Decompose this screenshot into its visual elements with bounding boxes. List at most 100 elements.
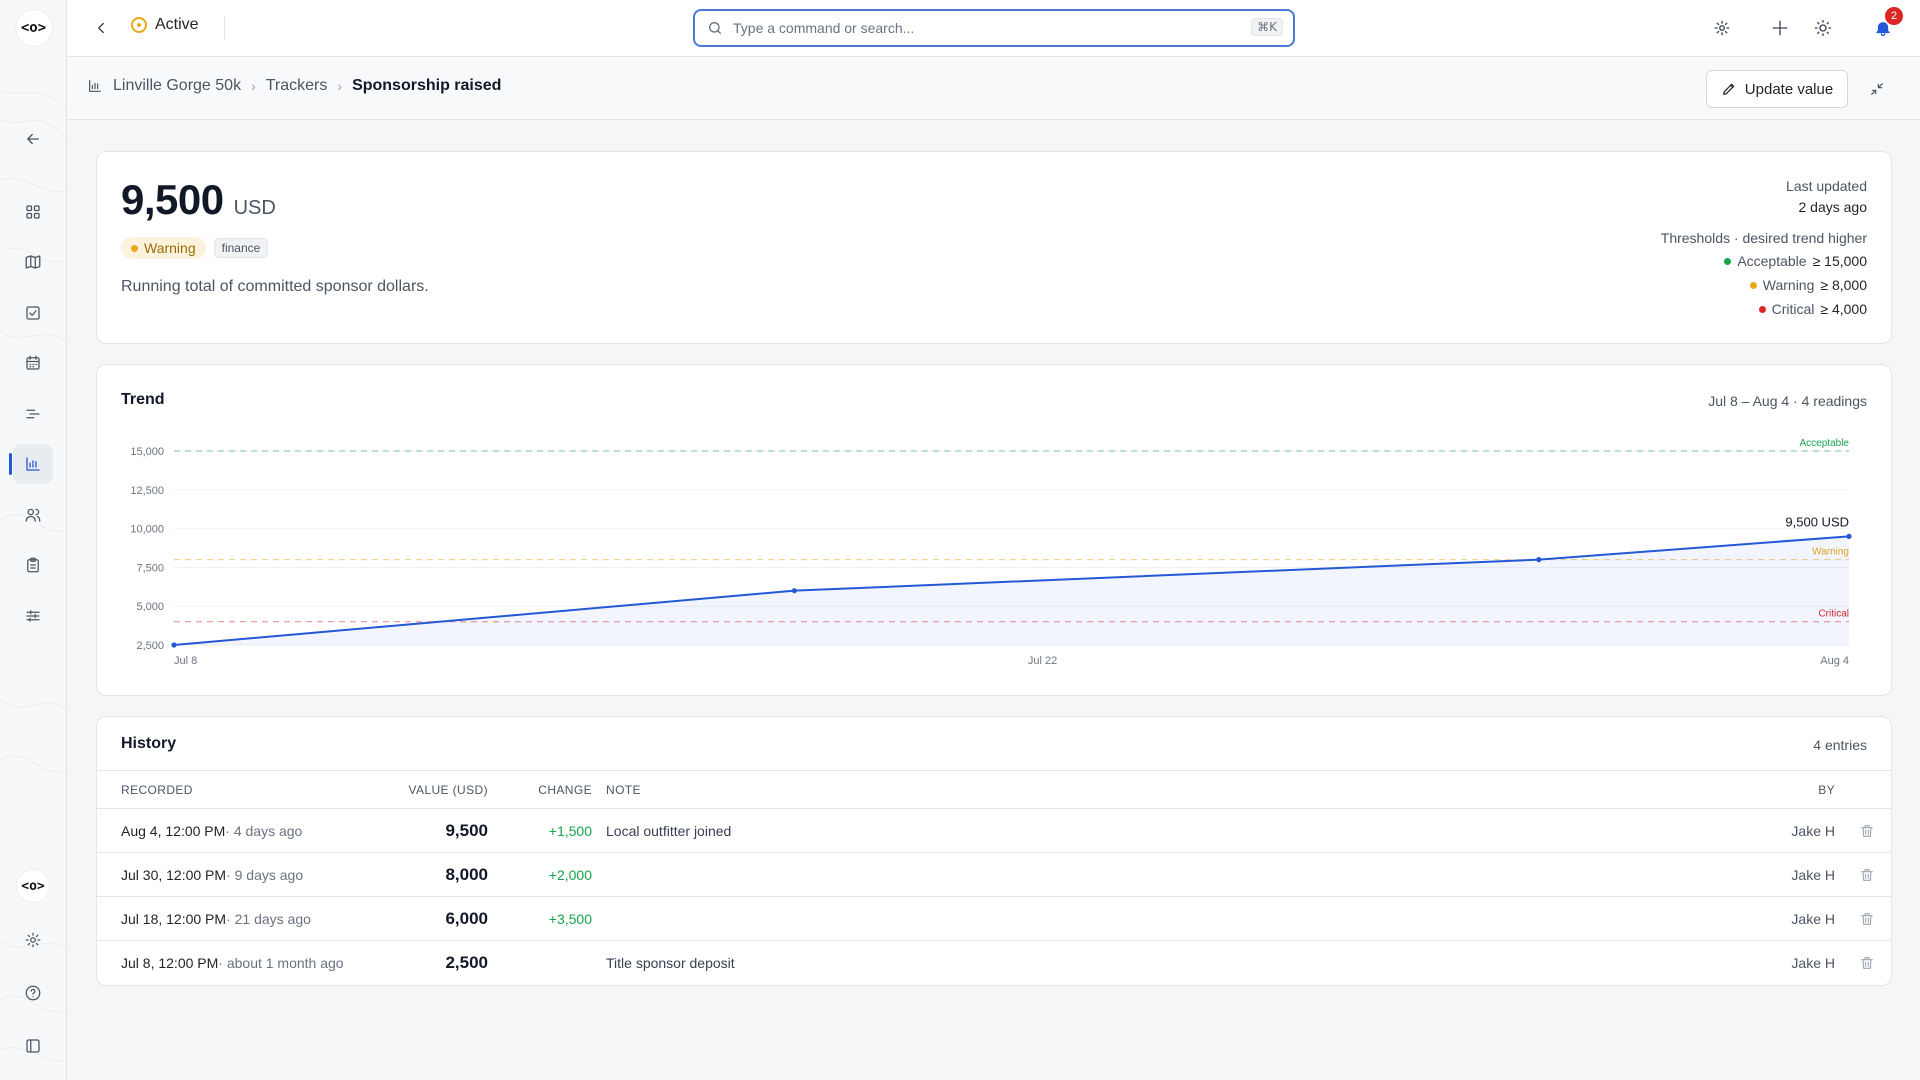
settings-button[interactable] [1708, 14, 1736, 42]
note-cell: Title sponsor deposit [606, 955, 735, 971]
value-number: 9,500 [121, 176, 224, 223]
data-point [791, 588, 797, 594]
sidebar-back-button[interactable] [13, 119, 53, 159]
sidebar-item-settings-sliders[interactable] [13, 596, 53, 636]
search-input[interactable] [733, 20, 1213, 36]
sidebar-item-tasks[interactable] [13, 293, 53, 333]
minimize-icon [1871, 83, 1883, 95]
crosshair-icon [1772, 20, 1788, 36]
update-value-button[interactable]: Update value [1706, 70, 1848, 108]
trend-chart: 2,500 5,000 7,500 10,000 12,500 15,000 Accepta… [130, 438, 1852, 667]
search-icon [709, 22, 721, 34]
sidebar-item-checklists[interactable] [13, 545, 53, 585]
recorded-date: Jul 8, 12:00 PM [121, 955, 219, 971]
back-button[interactable] [87, 14, 115, 42]
delete-entry-button[interactable] [1837, 809, 1891, 852]
pencil-icon [1722, 83, 1735, 95]
recorded-date: Jul 30, 12:00 PM [121, 866, 227, 883]
timeline-icon [26, 409, 40, 419]
note-cell: Local outfitter joined [606, 822, 732, 839]
recorded-date: Jul 18, 12:00 PM [121, 910, 227, 927]
value-cell: 2,500 [445, 953, 488, 972]
breadcrumb-trackers[interactable]: Trackers [266, 77, 328, 95]
value-unit: USD [233, 197, 276, 219]
threshold-value: ≥ 15,000 [1812, 252, 1867, 269]
sidebar-item-map[interactable] [13, 242, 53, 282]
delete-entry-button[interactable] [1837, 941, 1891, 985]
logo-mark: <o> [15, 10, 52, 46]
bar-chart-icon [89, 80, 101, 92]
threshold-acceptable: Acceptable ≥ 15,000 [1661, 249, 1867, 273]
history-title: History [121, 735, 177, 752]
change-cell: +2,000 [548, 866, 592, 883]
divider [224, 16, 225, 40]
table-row[interactable]: Jul 18, 12:00 PM · 21 days ago 6,000 +3,… [97, 897, 1891, 941]
table-row[interactable]: Aug 4, 12:00 PM · 4 days ago 9,500 +1,50… [97, 809, 1891, 853]
trash-icon [1861, 868, 1873, 881]
sidebar-help-button[interactable] [13, 973, 53, 1013]
checkbox-icon [26, 306, 40, 320]
trash-icon [1861, 957, 1873, 969]
clipboard-icon [27, 557, 39, 573]
history-table: RECORDED VALUE (USD) CHANGE NOTE BY Aug … [97, 771, 1891, 985]
value-cell: 8,000 [445, 864, 488, 884]
column-header-value: VALUE (USD) [408, 782, 488, 797]
grid-icon [26, 205, 40, 219]
history-count: 4 entries [1813, 737, 1867, 753]
table-row[interactable]: Jul 8, 12:00 PM · about 1 month ago 2,50… [97, 941, 1891, 985]
sidebar-item-dashboard[interactable] [13, 192, 53, 232]
theme-toggle-button[interactable] [1809, 14, 1837, 42]
recorded-cell: Jul 30, 12:00 PM · 9 days ago [121, 853, 303, 896]
trend-range: Jul 8 – Aug 4 · 4 readings [1708, 393, 1867, 409]
recorded-cell: Aug 4, 12:00 PM · 4 days ago [121, 809, 302, 852]
notification-badge: 2 [1885, 7, 1903, 25]
table-row[interactable]: Jul 30, 12:00 PM · 9 days ago 8,000 +2,0… [97, 853, 1891, 897]
delete-entry-button[interactable] [1837, 853, 1891, 896]
sidebar-toggle-button[interactable] [13, 1026, 53, 1066]
tracker-meta: Last updated 2 days ago Thresholds · des… [1661, 176, 1867, 321]
delete-entry-button[interactable] [1837, 897, 1891, 940]
trend-title: Trend [121, 391, 165, 408]
collapse-button[interactable] [1865, 77, 1889, 101]
x-tick-label: Jul 22 [1028, 655, 1057, 667]
threshold-label: Acceptable [1800, 438, 1850, 449]
sidebar-settings-button[interactable] [13, 920, 53, 960]
recorded-ago: · 21 days ago [226, 910, 311, 927]
history-header: History 4 entries [97, 717, 1891, 771]
threshold-value: ≥ 8,000 [1820, 276, 1867, 293]
tag-list: Warning finance [121, 237, 269, 259]
recorded-ago: · 4 days ago [225, 822, 303, 839]
status-badge: Warning [121, 237, 206, 259]
help-circle-icon [25, 985, 41, 1001]
red-dot-icon [1758, 305, 1766, 313]
column-header-recorded: RECORDED [121, 782, 193, 797]
sidebar-item-timeline[interactable] [13, 394, 53, 434]
trash-icon [1861, 912, 1873, 925]
series-area [174, 536, 1849, 645]
panel-left-icon [26, 1039, 40, 1053]
app-logo[interactable]: <o> [0, 0, 67, 56]
active-indicator [9, 453, 12, 475]
shortcut-hint: ⌘K [1251, 18, 1283, 36]
table-header: RECORDED VALUE (USD) CHANGE NOTE BY [97, 771, 1891, 809]
y-tick-label: 15,000 [130, 446, 164, 458]
focus-button[interactable] [1766, 14, 1794, 42]
sidebar-item-people[interactable] [13, 495, 53, 535]
x-tick-label: Jul 8 [174, 655, 197, 667]
status-indicator[interactable]: Active [131, 16, 199, 34]
command-search[interactable]: ⌘K [693, 9, 1295, 47]
sidebar-item-trackers[interactable] [13, 444, 53, 484]
sun-icon [1814, 19, 1832, 37]
threshold-label: Warning [1762, 276, 1815, 293]
notifications-button[interactable]: 2 [1869, 7, 1903, 42]
summary-card: 9,500 USD Warning finance Running total … [96, 151, 1892, 344]
sidebar-item-calendar[interactable] [13, 343, 53, 383]
chevron-right-icon: › [337, 78, 343, 94]
sidebar-logo-button[interactable]: <o> [13, 866, 53, 906]
gear-icon [25, 932, 41, 948]
by-cell: Jake H [1791, 866, 1835, 883]
status-ring-icon [131, 17, 147, 33]
sliders-icon [26, 610, 40, 622]
y-tick-label: 7,500 [136, 562, 164, 574]
breadcrumb-project[interactable]: Linville Gorge 50k [113, 77, 241, 95]
